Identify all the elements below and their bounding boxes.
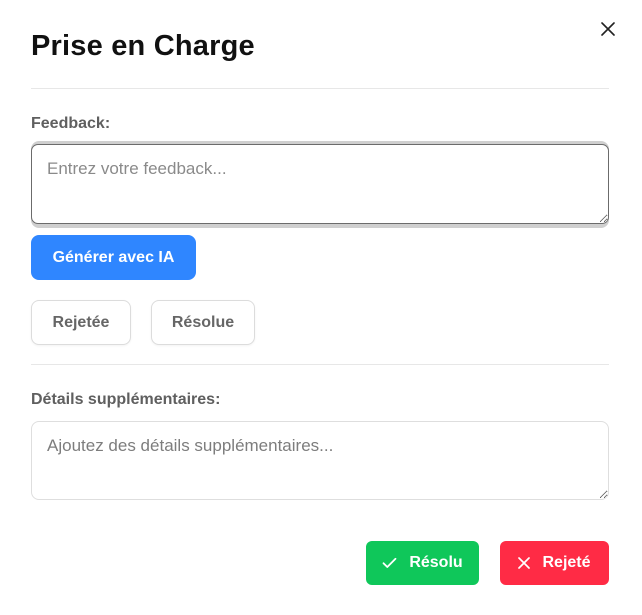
status-resolue-button[interactable]: Résolue	[151, 300, 255, 345]
close-icon	[601, 22, 615, 36]
resolu-button-label: Résolu	[409, 554, 463, 571]
status-rejetee-button[interactable]: Rejetée	[31, 300, 131, 345]
check-icon	[382, 557, 397, 568]
x-icon	[518, 557, 531, 569]
resolu-button[interactable]: Résolu	[366, 541, 479, 585]
rejete-button[interactable]: Rejeté	[500, 541, 609, 585]
rejete-button-label: Rejeté	[542, 554, 591, 571]
close-button[interactable]	[596, 17, 620, 41]
feedback-textarea[interactable]	[31, 144, 609, 224]
prise-en-charge-modal: Prise en Charge Feedback: Générer avec I…	[0, 0, 642, 615]
section-divider	[31, 364, 609, 365]
details-textarea[interactable]	[31, 421, 609, 500]
feedback-field-focus-ring	[31, 141, 609, 228]
feedback-label: Feedback:	[31, 115, 111, 132]
header-divider	[31, 88, 609, 89]
modal-title: Prise en Charge	[31, 30, 255, 62]
generate-ai-button[interactable]: Générer avec IA	[31, 235, 196, 280]
details-label: Détails supplémentaires:	[31, 391, 221, 408]
